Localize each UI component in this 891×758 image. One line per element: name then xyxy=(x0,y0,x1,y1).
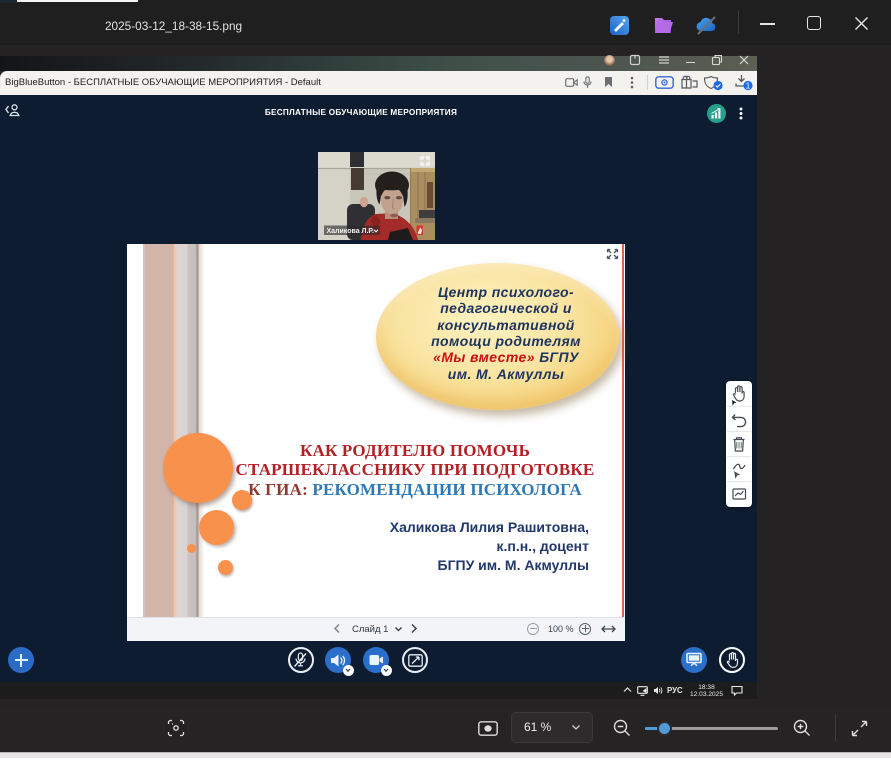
svg-text:Халикова Л.Р.: Халикова Л.Р. xyxy=(327,228,375,235)
svg-text:1: 1 xyxy=(746,82,751,91)
